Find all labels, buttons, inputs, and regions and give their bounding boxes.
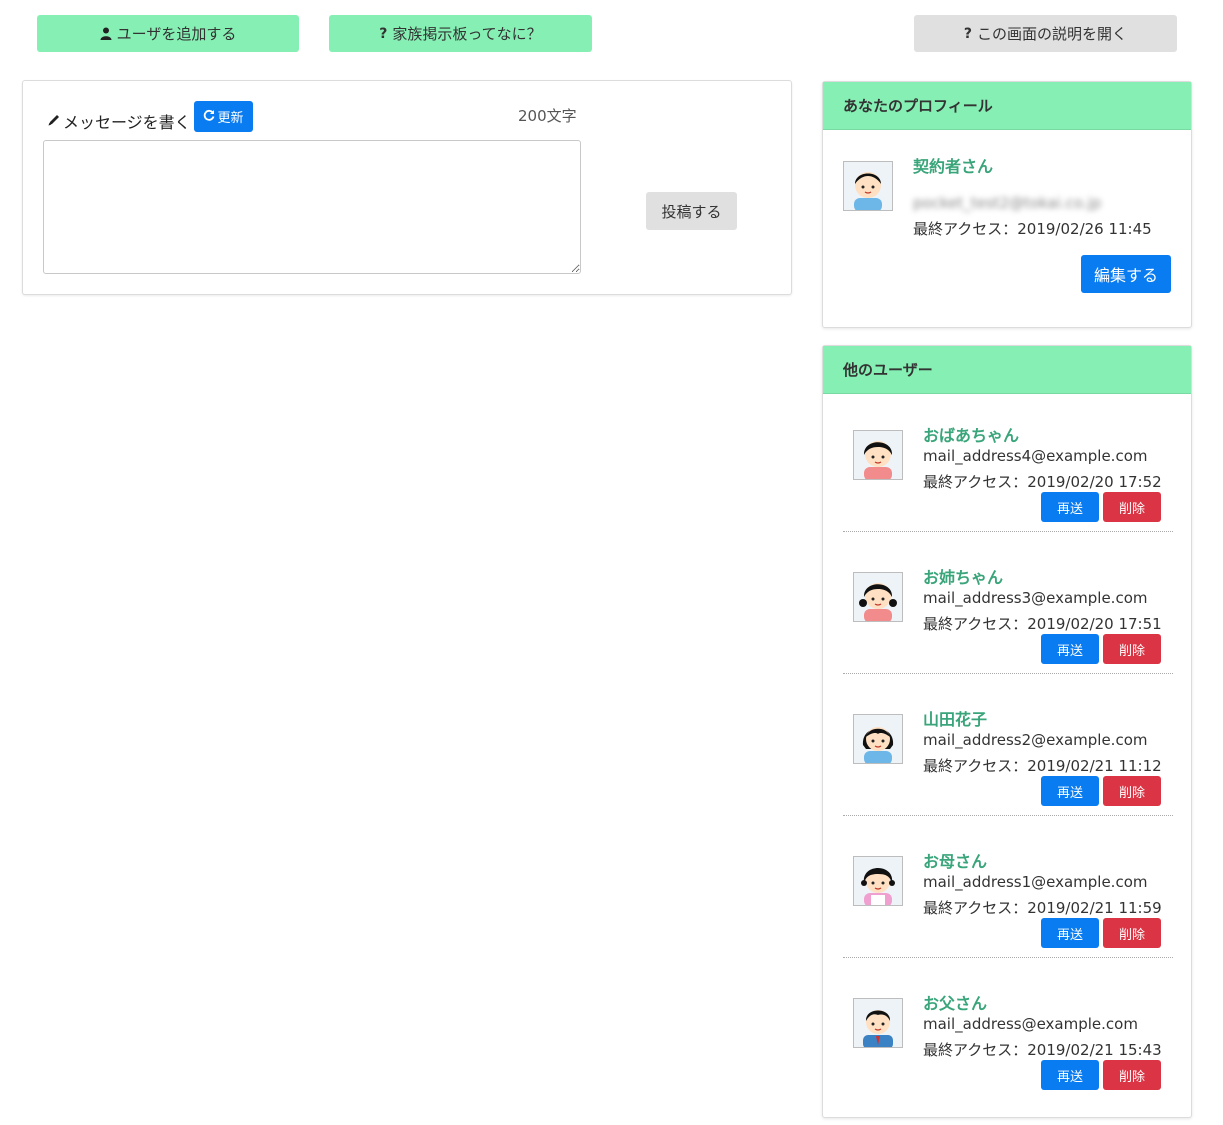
what-is-label: 家族掲示板ってなに？ bbox=[392, 25, 542, 43]
refresh-button[interactable]: 更新 bbox=[194, 101, 253, 132]
delete-button[interactable]: 削除 bbox=[1103, 776, 1161, 806]
add-user-button[interactable]: ユーザを追加する bbox=[37, 15, 299, 52]
delete-button[interactable]: 削除 bbox=[1103, 1060, 1161, 1090]
user-name: 山田花子 bbox=[923, 710, 988, 729]
message-panel: メッセージを書く 更新 200文字 投稿する bbox=[22, 80, 792, 295]
user-last-access: 最終アクセス：2019/02/20 17:52 bbox=[923, 473, 1162, 491]
what-is-button[interactable]: ? 家族掲示板ってなに？ bbox=[329, 15, 592, 52]
profile-header: あなたのプロフィール bbox=[823, 82, 1191, 130]
other-users-card: 他のユーザー おばあちゃん mail_address4@example.com … bbox=[822, 345, 1192, 1118]
user-name: おばあちゃん bbox=[923, 426, 1020, 445]
user-last-access: 最終アクセス：2019/02/21 15:43 bbox=[923, 1041, 1162, 1059]
resend-button[interactable]: 再送 bbox=[1041, 634, 1099, 664]
user-list-item: おばあちゃん mail_address4@example.com 最終アクセス：… bbox=[843, 390, 1173, 532]
user-email: mail_address1@example.com bbox=[923, 873, 1148, 891]
woman-icon bbox=[853, 714, 903, 764]
delete-button[interactable]: 削除 bbox=[1103, 918, 1161, 948]
delete-button[interactable]: 削除 bbox=[1103, 634, 1161, 664]
girl-pigtails-icon bbox=[853, 572, 903, 622]
pencil-icon bbox=[47, 112, 61, 131]
post-button[interactable]: 投稿する bbox=[646, 192, 737, 230]
user-list-item: 山田花子 mail_address2@example.com 最終アクセス：20… bbox=[843, 674, 1173, 816]
message-label: メッセージを書く bbox=[47, 109, 191, 133]
user-email: mail_address3@example.com bbox=[923, 589, 1148, 607]
help-label: この画面の説明を開く bbox=[977, 25, 1128, 43]
mother-icon bbox=[853, 856, 903, 906]
edit-profile-button[interactable]: 編集する bbox=[1081, 255, 1171, 293]
profile-name: 契約者さん bbox=[913, 157, 994, 176]
resend-button[interactable]: 再送 bbox=[1041, 492, 1099, 522]
resend-button[interactable]: 再送 bbox=[1041, 1060, 1099, 1090]
user-list-item: お父さん mail_address@example.com 最終アクセス：201… bbox=[843, 958, 1173, 1100]
help-button[interactable]: ? この画面の説明を開く bbox=[914, 15, 1177, 52]
question-icon: ? bbox=[379, 25, 388, 42]
add-user-label: ユーザを追加する bbox=[116, 25, 237, 43]
user-name: お父さん bbox=[923, 994, 988, 1013]
question-icon: ? bbox=[963, 25, 973, 42]
user-email: mail_address4@example.com bbox=[923, 447, 1148, 465]
user-last-access: 最終アクセス：2019/02/21 11:59 bbox=[923, 899, 1162, 917]
father-icon bbox=[853, 998, 903, 1048]
user-email: mail_address@example.com bbox=[923, 1015, 1138, 1033]
user-list-item: お姉ちゃん mail_address3@example.com 最終アクセス：2… bbox=[843, 532, 1173, 674]
message-label-text: メッセージを書く bbox=[63, 113, 191, 132]
girl-icon bbox=[853, 430, 903, 480]
profile-avatar-icon bbox=[843, 161, 893, 211]
user-last-access: 最終アクセス：2019/02/21 11:12 bbox=[923, 757, 1162, 775]
user-list-item: お母さん mail_address1@example.com 最終アクセス：20… bbox=[843, 816, 1173, 958]
user-name: お母さん bbox=[923, 852, 988, 871]
resend-button[interactable]: 再送 bbox=[1041, 918, 1099, 948]
user-last-access: 最終アクセス：2019/02/20 17:51 bbox=[923, 615, 1162, 633]
user-email: mail_address2@example.com bbox=[923, 731, 1148, 749]
refresh-label: 更新 bbox=[217, 111, 244, 126]
char-count: 200文字 bbox=[518, 107, 577, 125]
delete-button[interactable]: 削除 bbox=[1103, 492, 1161, 522]
refresh-icon bbox=[203, 109, 215, 125]
user-name: お姉ちゃん bbox=[923, 568, 1004, 587]
profile-last-access: 最終アクセス：2019/02/26 11:45 bbox=[913, 220, 1152, 238]
profile-email: pocket_test2@tokai.co.jp bbox=[913, 194, 1102, 212]
user-icon bbox=[100, 27, 112, 40]
profile-card: あなたのプロフィール 契約者さん pocket_test2@tokai.co.j… bbox=[822, 81, 1192, 328]
message-textarea[interactable] bbox=[43, 140, 581, 274]
resend-button[interactable]: 再送 bbox=[1041, 776, 1099, 806]
other-users-header: 他のユーザー bbox=[823, 346, 1191, 394]
